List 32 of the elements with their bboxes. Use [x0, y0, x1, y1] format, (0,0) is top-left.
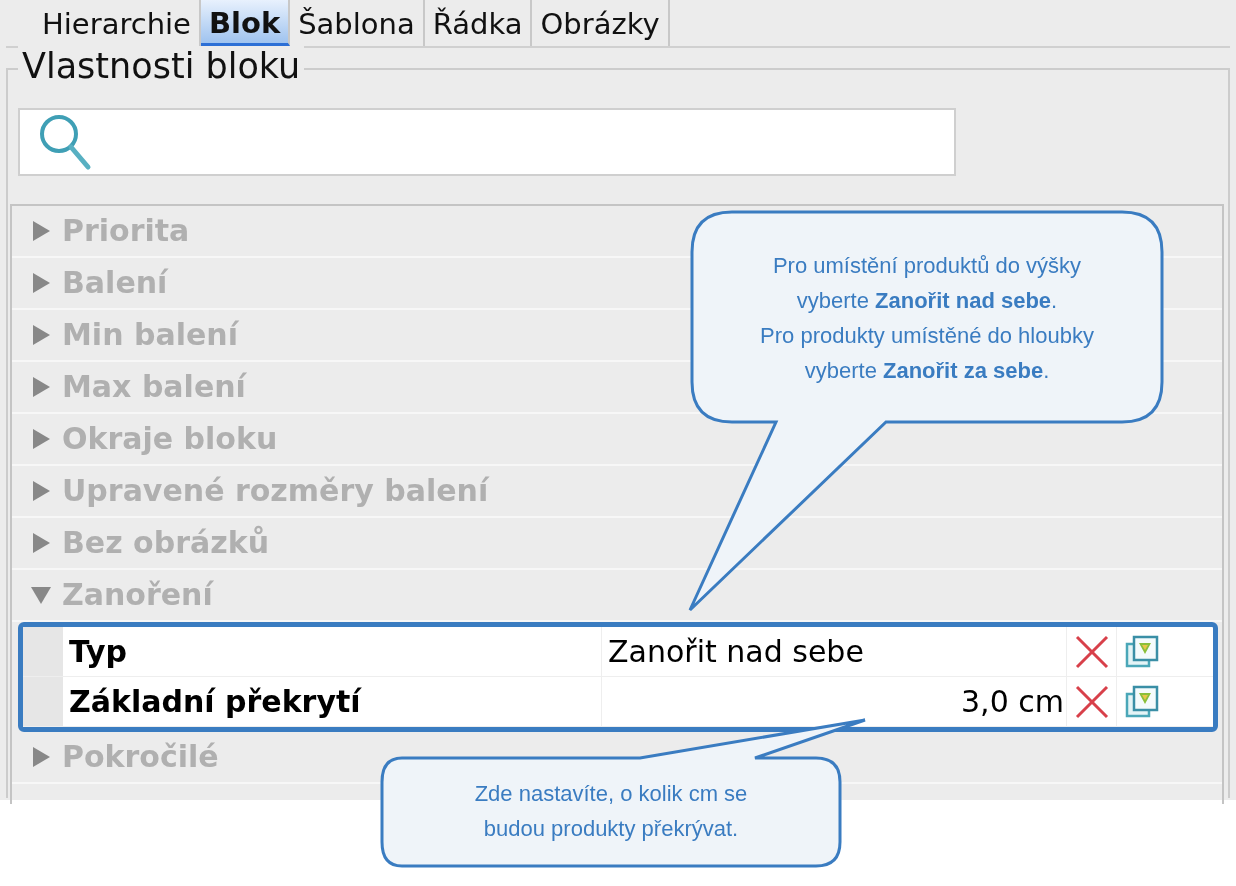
tab[interactable]: Řádka [424, 0, 533, 46]
group-label[interactable]: Priorita [62, 213, 190, 249]
group-label[interactable]: Min balení [62, 317, 238, 353]
property-name: Typ [68, 633, 128, 671]
copy-icon[interactable] [1124, 634, 1159, 669]
expand-arrow-icon[interactable] [30, 532, 52, 554]
expand-arrow-icon[interactable] [30, 220, 52, 242]
group-label[interactable]: Max balení [62, 369, 246, 405]
group-label[interactable]: Okraje bloku [62, 421, 278, 457]
tab[interactable]: Blok [200, 0, 291, 46]
group-label[interactable]: Bez obrázků [62, 525, 269, 561]
search-icon [38, 113, 92, 171]
expand-arrow-icon[interactable] [30, 428, 52, 450]
group-label[interactable]: Upravené rozměry balení [62, 473, 489, 509]
callout-text: Zde nastavíte, o kolik cm se budou produkty překrývat. [473, 780, 749, 843]
collapse-arrow-icon[interactable] [30, 584, 52, 606]
group-label[interactable]: Pokročilé [62, 739, 219, 775]
callout-text: Pro umístění produktů do výšky vyberte Zanořit nad sebe. Pro produkty umístěné do hloubky vyberte Zanořit za sebe. [759, 252, 1095, 385]
expand-arrow-icon[interactable] [30, 480, 52, 502]
group-label[interactable]: Zanoření [62, 577, 213, 613]
expand-arrow-icon[interactable] [30, 746, 52, 768]
expand-arrow-icon[interactable] [30, 272, 52, 294]
delete-icon[interactable] [1073, 683, 1110, 720]
property-value[interactable]: Zanořit nad sebe [601, 627, 1066, 676]
expand-arrow-icon[interactable] [30, 324, 52, 346]
tab[interactable]: Obrázky [532, 0, 670, 46]
search-field[interactable] [18, 108, 956, 176]
expand-arrow-icon[interactable] [30, 376, 52, 398]
group-label[interactable]: Balení [62, 265, 168, 301]
property-name: Základní překrytí [68, 683, 363, 721]
delete-icon[interactable] [1073, 633, 1110, 670]
copy-icon[interactable] [1124, 684, 1159, 719]
